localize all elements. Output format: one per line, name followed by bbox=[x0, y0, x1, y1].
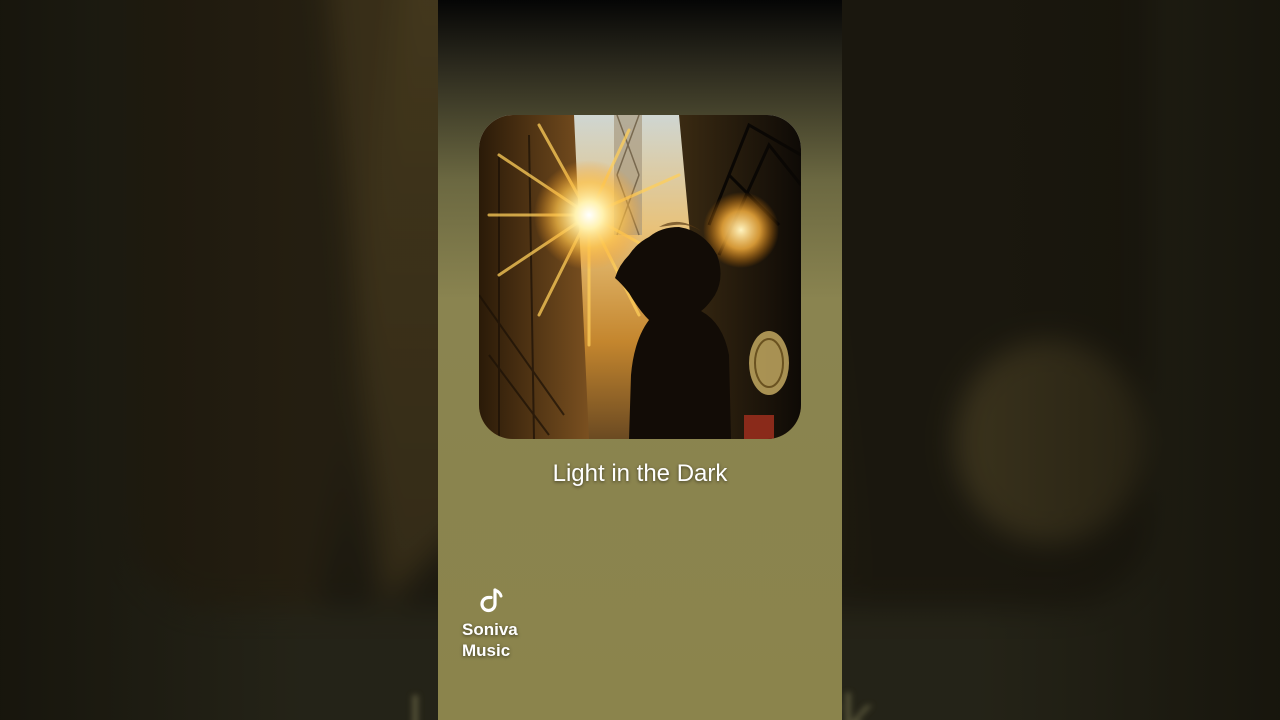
video-frame: Light in the Dark Soniva Music bbox=[0, 0, 1280, 720]
brand-name-line-1: Soniva bbox=[462, 620, 518, 639]
song-title: Light in the Dark bbox=[552, 460, 728, 487]
brand-name-line-2: Music bbox=[462, 641, 511, 660]
short-video-panel: Light in the Dark Soniva Music bbox=[438, 0, 842, 720]
album-cover bbox=[479, 115, 801, 439]
album-cover-artwork bbox=[479, 115, 801, 439]
music-note-icon bbox=[480, 588, 503, 613]
channel-watermark: Soniva Music bbox=[458, 586, 548, 661]
